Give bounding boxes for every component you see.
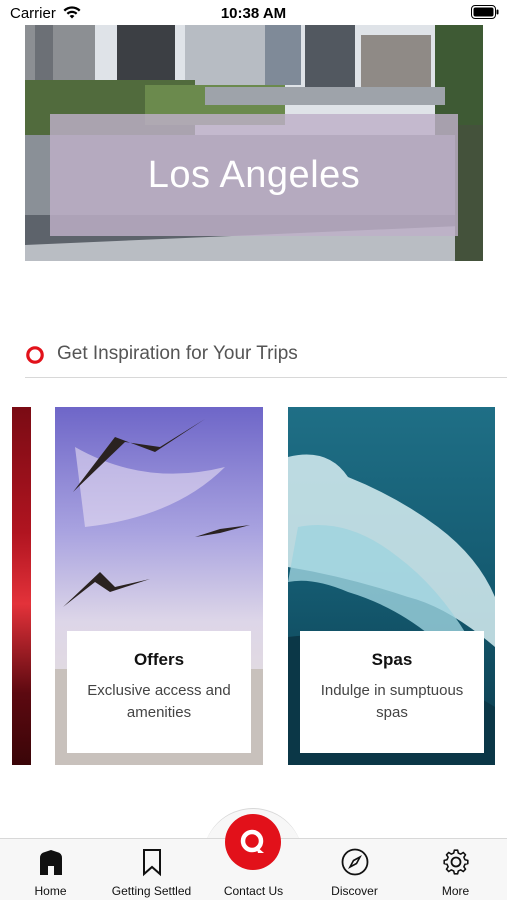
card-title: Spas xyxy=(371,650,413,669)
tab-getting-settled[interactable]: Getting Settled xyxy=(101,839,202,900)
spas-card[interactable]: Spas Indulge in sumptuous spas xyxy=(288,407,495,765)
gear-icon xyxy=(443,849,469,875)
tab-label: Home xyxy=(34,884,67,898)
inspiration-section-header: Get Inspiration for Your Trips xyxy=(25,340,507,378)
app-screen: Carrier 10:38 AM Los Angeles Get Inspira… xyxy=(0,0,507,900)
section-title: Get Inspiration for Your Trips xyxy=(57,343,298,364)
tab-more[interactable]: More xyxy=(405,839,506,900)
chat-icon xyxy=(240,829,264,853)
card-description: Indulge in sumptuous spas xyxy=(320,682,464,721)
tab-label: More xyxy=(441,884,470,898)
battery-icon xyxy=(471,5,499,19)
hero-title-panel: Los Angeles xyxy=(50,114,458,236)
card-description: Exclusive access and amenities xyxy=(87,682,231,721)
offers-card[interactable]: Offers Exclusive access and amenities xyxy=(55,407,263,765)
clock: 10:38 AM xyxy=(220,5,287,22)
card-title: Offers xyxy=(133,650,185,669)
home-icon xyxy=(40,850,62,875)
tab-label: Getting Settled xyxy=(111,884,192,898)
spas-card-panel: Spas Indulge in sumptuous spas xyxy=(300,631,484,753)
status-bar: Carrier 10:38 AM xyxy=(0,0,507,26)
ring-icon xyxy=(26,346,44,364)
compass-icon xyxy=(341,848,369,876)
tab-label: Contact Us xyxy=(223,884,284,898)
city-hero-banner[interactable]: Los Angeles xyxy=(25,25,483,261)
partial-inspiration-card[interactable] xyxy=(12,407,31,765)
tab-home[interactable]: Home xyxy=(0,839,101,900)
bookmark-icon xyxy=(143,849,161,877)
tab-label: Discover xyxy=(331,884,378,898)
contact-us-button[interactable] xyxy=(225,814,281,870)
offers-card-panel: Offers Exclusive access and amenities xyxy=(67,631,251,753)
city-name: Los Angeles xyxy=(147,153,361,196)
tab-discover[interactable]: Discover xyxy=(304,839,405,900)
